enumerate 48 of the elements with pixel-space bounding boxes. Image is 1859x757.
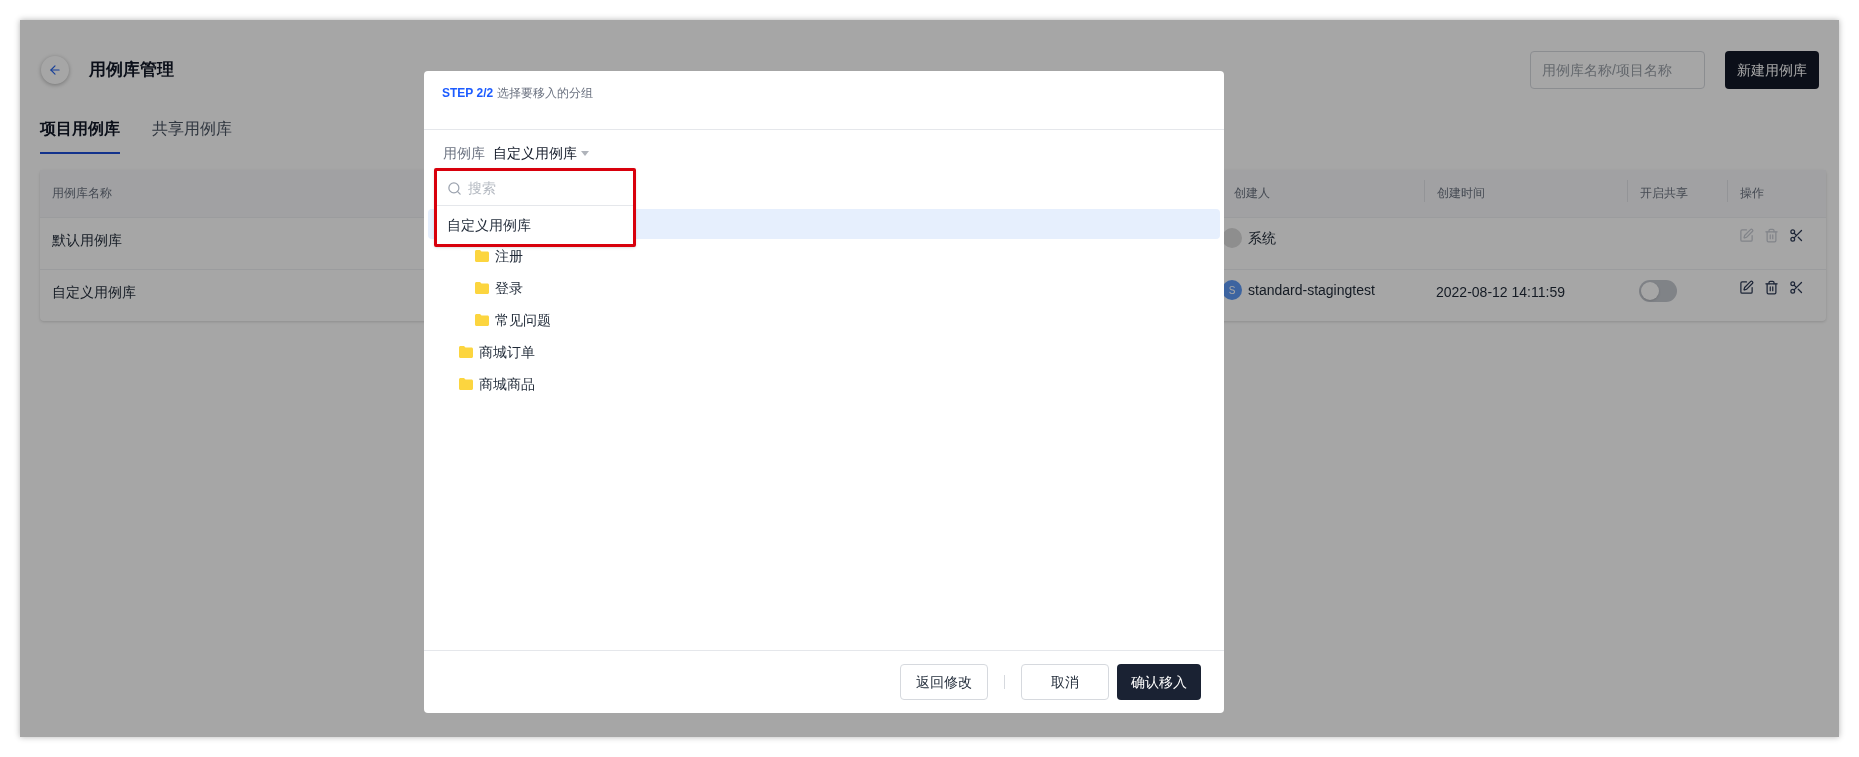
caret-icon <box>581 150 589 156</box>
column-header: 用例库名称 <box>52 186 112 200</box>
search-field[interactable]: 用例库名称/项目名称 <box>1530 51 1705 89</box>
search-icon <box>447 180 462 196</box>
tree-item[interactable]: 注册 <box>428 241 1220 271</box>
tree-label: 商城商品 <box>479 374 535 394</box>
step-indicator: STEP 2/2 <box>442 85 494 102</box>
scissors-icon[interactable] <box>1789 280 1804 295</box>
avatar: S <box>1222 280 1242 300</box>
back-button[interactable] <box>41 56 69 84</box>
step-description: 选择要移入的分组 <box>497 85 594 102</box>
library-select[interactable]: 自定义用例库 <box>493 142 589 164</box>
library-label: 用例库 <box>443 143 485 163</box>
delete-icon[interactable] <box>1764 280 1779 295</box>
edit-icon[interactable] <box>1739 280 1754 295</box>
dialog-button[interactable]: 取消 <box>1021 664 1109 700</box>
dropdown-option[interactable]: 自定义用例库 <box>437 206 633 244</box>
folder-icon <box>475 282 489 294</box>
dialog-button[interactable]: 返回修改 <box>900 664 988 700</box>
folder-icon <box>459 378 473 390</box>
share-toggle[interactable] <box>1639 280 1677 302</box>
new-library-button[interactable]: 新建用例库 <box>1725 51 1819 89</box>
column-header: 创建时间 <box>1437 186 1485 200</box>
tree-item[interactable]: 常见问题 <box>428 305 1220 335</box>
folder-icon <box>475 314 489 326</box>
tree-item[interactable]: 商城订单 <box>428 337 1220 367</box>
table-cell: 2022-08-12 14:11:59 <box>1436 284 1565 300</box>
tree-label: 商城订单 <box>479 342 535 362</box>
tree-label: 常见问题 <box>495 310 551 330</box>
tab[interactable]: 项目用例库 <box>40 112 120 154</box>
folder-icon <box>475 250 489 262</box>
confirm-button[interactable]: 确认移入 <box>1117 664 1201 700</box>
page-title: 用例库管理 <box>89 59 174 82</box>
table-cell: 默认用例库 <box>52 232 122 248</box>
table-cell: 自定义用例库 <box>52 284 136 300</box>
folder-icon <box>459 346 473 358</box>
column-header: 操作 <box>1740 186 1764 200</box>
dropdown-search-field[interactable]: 搜索 <box>468 177 618 199</box>
tree-item[interactable]: 登录 <box>428 273 1220 303</box>
scissors-icon[interactable] <box>1789 228 1804 243</box>
tree-label: 登录 <box>495 278 523 298</box>
tree-item[interactable]: 商城商品 <box>428 369 1220 399</box>
column-header: 开启共享 <box>1640 186 1688 200</box>
tree-label: 注册 <box>495 246 523 266</box>
table-cell-text: 系统 <box>1248 229 1276 248</box>
table-cell-text: standard-stagingtest <box>1248 281 1375 300</box>
tab[interactable]: 共享用例库 <box>152 112 232 154</box>
column-header: 创建人 <box>1234 186 1270 200</box>
